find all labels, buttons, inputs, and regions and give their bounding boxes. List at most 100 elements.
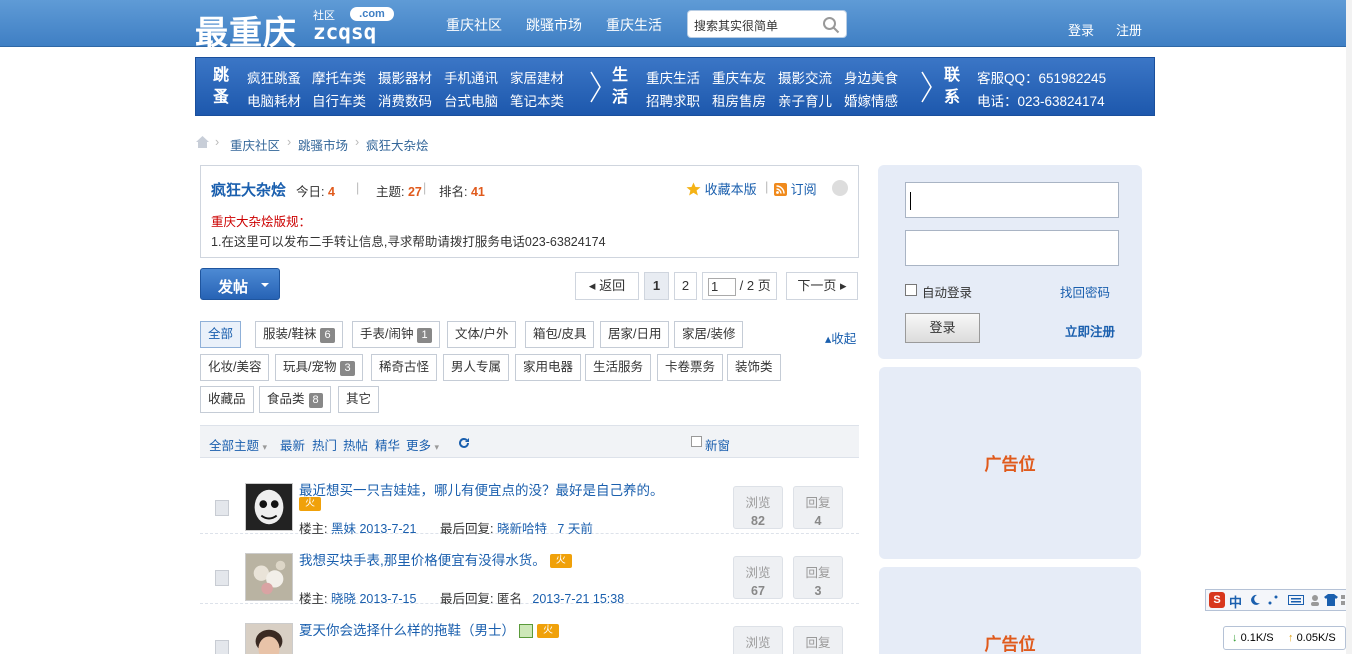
sogou-icon[interactable]: S [1209, 592, 1225, 608]
tag-item[interactable]: 家居/装修 [674, 321, 744, 348]
filter-latest[interactable]: 最新 [280, 435, 305, 454]
banner-link[interactable]: 亲子育儿 [778, 90, 832, 110]
nav-chongqing-life[interactable]: 重庆生活 [606, 15, 662, 35]
banner-link[interactable]: 笔记本类 [510, 90, 564, 110]
banner-link[interactable]: 手机通讯 [444, 67, 498, 87]
search-icon[interactable] [822, 16, 840, 34]
user-icon[interactable] [1309, 594, 1321, 606]
tag-item[interactable]: 稀奇古怪 [371, 354, 438, 381]
collapse-icon[interactable] [832, 180, 848, 196]
tag-item[interactable]: 收藏品 [200, 386, 254, 413]
new-post-button[interactable]: 发帖 [200, 268, 280, 300]
tag-item[interactable]: 男人专属 [443, 354, 510, 381]
favorite-forum-link[interactable]: 收藏本版 [686, 179, 757, 198]
avatar[interactable] [245, 553, 293, 601]
tag-item[interactable]: 箱包/皮具 [525, 321, 595, 348]
tag-item[interactable]: 居家/日用 [600, 321, 670, 348]
shirt-icon[interactable] [1324, 594, 1338, 606]
page-1-button[interactable]: 1 [644, 272, 669, 300]
avatar[interactable] [245, 623, 293, 654]
thread-file-icon [215, 570, 229, 586]
thread-author[interactable]: 晓晓 [331, 592, 356, 606]
header-register-link[interactable]: 注册 [1116, 20, 1142, 39]
subscribe-link[interactable]: 订阅 [774, 179, 817, 198]
tag-item[interactable]: 家用电器 [515, 354, 582, 381]
back-button[interactable]: ◂ 返回 [575, 272, 639, 300]
home-icon[interactable] [195, 135, 210, 149]
last-reply-user[interactable]: 晓新哈特 [497, 522, 547, 536]
banner-link[interactable]: 摄影交流 [778, 67, 832, 87]
thread-author[interactable]: 黑妹 [331, 522, 356, 536]
punctuation-icon[interactable] [1267, 594, 1279, 606]
banner-link[interactable]: 自行车类 [312, 90, 366, 110]
banner-link[interactable]: 台式电脑 [444, 90, 498, 110]
banner-link[interactable]: 摄影器材 [378, 67, 432, 87]
nav-chongqing-community[interactable]: 重庆社区 [446, 15, 502, 35]
moon-icon[interactable] [1249, 594, 1261, 606]
nav-flea-market[interactable]: 跳骚市场 [526, 15, 582, 35]
refresh-icon[interactable] [458, 437, 470, 449]
tag-item[interactable]: 手表/闹钟 1 [352, 321, 440, 348]
banner-link[interactable]: 重庆车友 [712, 67, 766, 87]
page-scrollbar[interactable] [1346, 0, 1352, 654]
tag-item[interactable]: 文体/户外 [447, 321, 517, 348]
forgot-password-link[interactable]: 找回密码 [1060, 282, 1110, 301]
tag-item[interactable]: 玩具/宠物 3 [275, 354, 363, 381]
ad-slot[interactable]: 广告位 [879, 567, 1141, 654]
banner-link[interactable]: 家居建材 [510, 67, 564, 87]
thread-row[interactable]: 我想买块手表,那里价格便宜有没得水货。火 楼主: 晓晓 2013-7-15 最后… [200, 540, 859, 606]
ad-slot[interactable]: 广告位 [879, 367, 1141, 559]
header-login-link[interactable]: 登录 [1068, 20, 1094, 39]
avatar[interactable] [245, 483, 293, 531]
filter-digest[interactable]: 精华 [375, 435, 400, 454]
filter-all-topics[interactable]: 全部主题 ▾ [209, 435, 267, 454]
breadcrumb-item[interactable]: 跳骚市场 [298, 135, 348, 154]
thread-title[interactable]: 最近想买一只吉娃娃，哪儿有便宜点的没？最好是自己养的。 [299, 479, 664, 499]
thread-row[interactable]: 夏天你会选择什么样的拖鞋（男士）火 浏览 回复 [200, 610, 859, 654]
tag-item[interactable]: 其它 [338, 386, 380, 413]
thread-title[interactable]: 我想买块手表,那里价格便宜有没得水货。火 [299, 549, 572, 569]
fold-tags-link[interactable]: ▴收起 [825, 328, 856, 347]
username-input[interactable] [905, 182, 1119, 218]
page-input[interactable]: 1 [708, 277, 736, 296]
forum-name[interactable]: 疯狂大杂烩 [211, 179, 286, 200]
new-window-checkbox[interactable] [691, 436, 702, 447]
register-now-link[interactable]: 立即注册 [1065, 321, 1115, 340]
ime-chinese-mode[interactable]: 中 [1229, 592, 1242, 611]
site-logo[interactable]: 最重庆 [195, 6, 297, 54]
next-page-button[interactable]: 下一页 ▸ [786, 272, 858, 300]
filter-hot-posts[interactable]: 热帖 [343, 435, 368, 454]
login-button[interactable]: 登录 [905, 313, 980, 343]
banner-link[interactable]: 身边美食 [844, 67, 898, 87]
banner-link[interactable]: 疯狂跳蚤 [247, 67, 301, 87]
banner-link[interactable]: 重庆生活 [646, 67, 700, 87]
tag-item[interactable]: 全部 [200, 321, 242, 348]
filter-hot[interactable]: 热门 [312, 435, 337, 454]
tag-item[interactable]: 化妆/美容 [200, 354, 270, 381]
tag-item[interactable]: 食品类 8 [259, 386, 331, 413]
banner-link[interactable]: 婚嫁情感 [844, 90, 898, 110]
tag-item[interactable]: 生活服务 [585, 354, 652, 381]
search-input[interactable]: 搜索其实很简单 [687, 10, 847, 38]
password-input[interactable] [905, 230, 1119, 266]
breadcrumb-item[interactable]: 疯狂大杂烩 [366, 135, 429, 154]
stat-topics: 主题: 27 [376, 185, 422, 199]
banner-link[interactable]: 招聘求职 [646, 90, 700, 110]
thread-title[interactable]: 夏天你会选择什么样的拖鞋（男士）火 [299, 619, 559, 639]
ime-toolbar[interactable]: S 中 [1205, 589, 1352, 611]
banner-link[interactable]: 摩托车类 [312, 67, 366, 87]
reply-count: 回复 3 [793, 556, 843, 599]
thread-row[interactable]: 最近想买一只吉娃娃，哪儿有便宜点的没？最好是自己养的。 火 楼主: 黑妹 201… [200, 470, 859, 536]
filter-more[interactable]: 更多 ▾ [406, 435, 439, 454]
tag-item[interactable]: 服装/鞋袜 6 [255, 321, 343, 348]
banner-link[interactable]: 租房售房 [712, 90, 766, 110]
tag-item[interactable]: 卡卷票务 [657, 354, 724, 381]
tag-item[interactable]: 装饰类 [727, 354, 781, 381]
breadcrumb-item[interactable]: 重庆社区 [230, 135, 280, 154]
last-reply-user[interactable]: 匿名 [497, 592, 522, 606]
banner-link[interactable]: 消费数码 [378, 90, 432, 110]
keyboard-icon[interactable] [1288, 594, 1304, 606]
banner-link[interactable]: 电脑耗材 [247, 90, 301, 110]
page-2-button[interactable]: 2 [674, 272, 697, 300]
auto-login-checkbox[interactable] [905, 284, 917, 296]
